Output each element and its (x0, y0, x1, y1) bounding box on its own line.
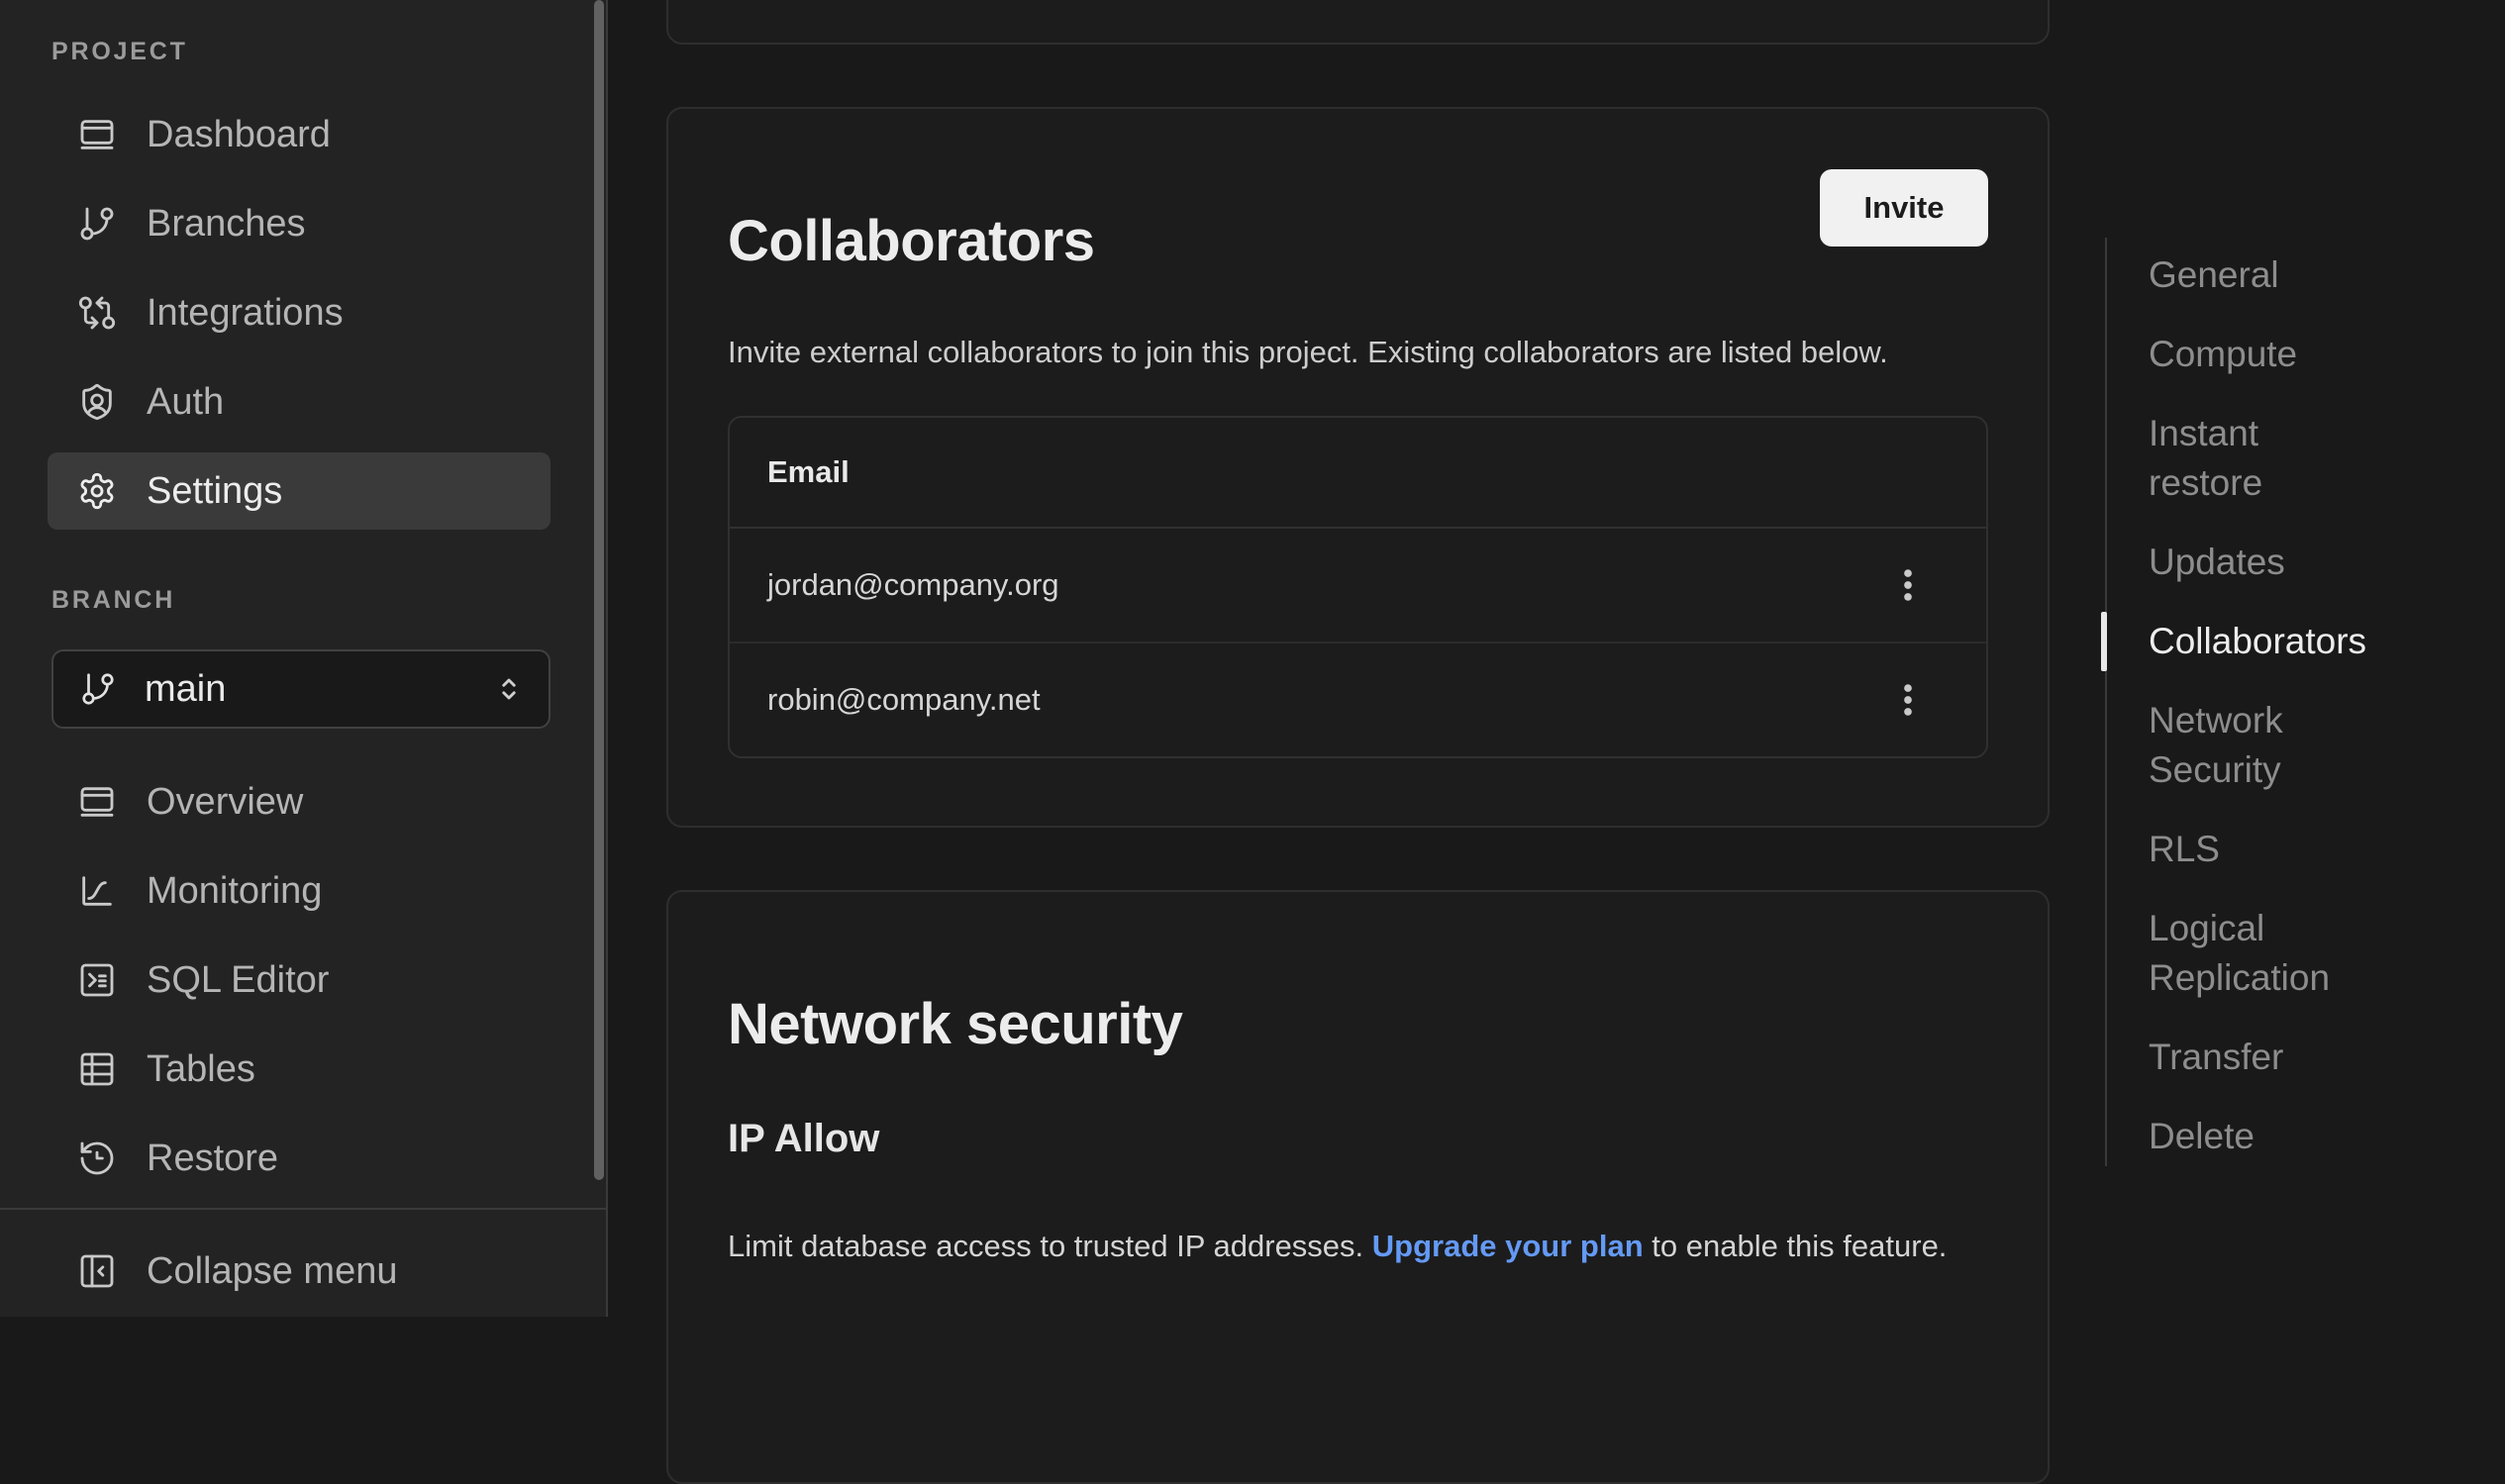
sidebar-item-label: Settings (147, 470, 282, 513)
sidebar-item-label: Tables (147, 1048, 255, 1091)
branch-selector-value: main (145, 668, 226, 711)
project-section-label: PROJECT (51, 38, 606, 66)
sidebar-item-auth[interactable]: Auth (48, 363, 551, 441)
settings-nav-updates[interactable]: Updates (2149, 538, 2422, 587)
table-header-row: Email (730, 418, 1986, 529)
table-row: jordan@company.org (730, 529, 1986, 643)
nav-item-label: RLS (2149, 825, 2422, 874)
settings-nav-delete[interactable]: Delete (2149, 1112, 2422, 1161)
ip-allow-subtitle: IP Allow (728, 1111, 1988, 1166)
upgrade-plan-link[interactable]: Upgrade your plan (1372, 1229, 1644, 1263)
sidebar-item-label: SQL Editor (147, 959, 329, 1002)
collaborators-card: Collaborators Invite Invite external col… (666, 107, 2050, 828)
description-text: Limit database access to trusted IP addr… (728, 1229, 1372, 1263)
network-security-card: Network security IP Allow Limit database… (666, 890, 2050, 1484)
nav-item-label: restore (2149, 458, 2422, 508)
nav-item-label: Transfer (2149, 1033, 2422, 1082)
description-text: to enable this feature. (1644, 1229, 1948, 1263)
kebab-menu-icon (1886, 678, 1930, 722)
sidebar-item-integrations[interactable]: Integrations (48, 274, 551, 351)
sidebar-item-branches[interactable]: Branches (48, 185, 551, 262)
shield-user-icon (77, 382, 117, 422)
sidebar-item-monitoring[interactable]: Monitoring (48, 852, 551, 930)
nav-item-label: Replication (2149, 953, 2422, 1003)
collaborators-table: Email jordan@company.org robin@company.n… (728, 416, 1988, 758)
git-branch-icon (77, 204, 117, 244)
settings-nav-instant-restore[interactable]: Instantrestore (2149, 409, 2422, 508)
sidebar-item-label: Integrations (147, 292, 344, 335)
settings-nav-rls[interactable]: RLS (2149, 825, 2422, 874)
project-sidebar: PROJECT Dashboard Branches Integrations … (0, 0, 608, 1317)
collaborators-description: Invite external collaborators to join th… (728, 328, 1931, 376)
row-menu-button[interactable] (1886, 563, 1930, 607)
collapse-menu-button[interactable]: Collapse menu (48, 1233, 551, 1310)
branch-selector[interactable]: main (51, 649, 551, 729)
settings-nav-logical-replication[interactable]: LogicalReplication (2149, 904, 2422, 1003)
nav-item-label: Updates (2149, 538, 2422, 587)
monitoring-icon (77, 871, 117, 911)
nav-item-label: Logical (2149, 904, 2422, 953)
gear-icon (77, 471, 117, 511)
invite-button[interactable]: Invite (1820, 169, 1988, 247)
nav-item-label: Instant (2149, 409, 2422, 458)
nav-item-label: Security (2149, 745, 2422, 795)
settings-nav-general[interactable]: General (2149, 250, 2422, 300)
settings-nav-network-security[interactable]: NetworkSecurity (2149, 696, 2422, 795)
chevrons-up-down-icon (491, 671, 527, 707)
settings-nav-transfer[interactable]: Transfer (2149, 1033, 2422, 1082)
settings-nav-collaborators[interactable]: Collaborators (2149, 617, 2422, 666)
network-security-title: Network security (728, 990, 1988, 1059)
collaborators-title: Collaborators (728, 207, 1988, 276)
project-nav-list: Dashboard Branches Integrations Auth Set… (48, 96, 551, 530)
restore-icon (77, 1138, 117, 1178)
integrations-icon (77, 293, 117, 333)
branch-section-label: BRANCH (51, 586, 606, 615)
nav-item-label: Delete (2149, 1112, 2422, 1161)
sidebar-item-label: Overview (147, 781, 303, 824)
sidebar-item-settings[interactable]: Settings (48, 452, 551, 530)
settings-subnav: General Compute Instantrestore Updates C… (2105, 238, 2422, 1166)
sidebar-item-label: Monitoring (147, 870, 322, 913)
collapse-menu-label: Collapse menu (147, 1250, 397, 1293)
nav-item-label: Compute (2149, 330, 2422, 379)
settings-nav-compute[interactable]: Compute (2149, 330, 2422, 379)
ip-allow-description: Limit database access to trusted IP addr… (728, 1222, 1980, 1270)
collaborator-email: robin@company.net (767, 682, 1041, 718)
dashboard-icon (77, 115, 117, 154)
tables-icon (77, 1049, 117, 1089)
row-menu-button[interactable] (1886, 678, 1930, 722)
email-column-header: Email (767, 454, 850, 490)
sidebar-item-overview[interactable]: Overview (48, 763, 551, 841)
panel-collapse-icon (77, 1251, 117, 1291)
collaborator-email: jordan@company.org (767, 567, 1059, 603)
sidebar-item-sql-editor[interactable]: SQL Editor (48, 941, 551, 1019)
branch-nav-list: Overview Monitoring SQL Editor Tables Re… (48, 763, 551, 1197)
sidebar-item-tables[interactable]: Tables (48, 1031, 551, 1108)
sql-editor-icon (77, 960, 117, 1000)
sidebar-item-restore[interactable]: Restore (48, 1120, 551, 1197)
sidebar-item-label: Auth (147, 381, 224, 424)
nav-item-label: Network (2149, 696, 2422, 745)
previous-card-partial (666, 0, 2050, 45)
sidebar-item-label: Branches (147, 203, 306, 246)
nav-item-label: Collaborators (2149, 617, 2422, 666)
kebab-menu-icon (1886, 563, 1930, 607)
nav-item-label: General (2149, 250, 2422, 300)
overview-icon (77, 782, 117, 822)
sidebar-scrollbar[interactable] (594, 0, 604, 1180)
git-branch-icon (79, 670, 117, 708)
table-row: robin@company.net (730, 643, 1986, 756)
sidebar-divider (0, 1208, 606, 1210)
sidebar-item-label: Restore (147, 1138, 278, 1180)
sidebar-item-label: Dashboard (147, 114, 331, 156)
sidebar-item-dashboard[interactable]: Dashboard (48, 96, 551, 173)
